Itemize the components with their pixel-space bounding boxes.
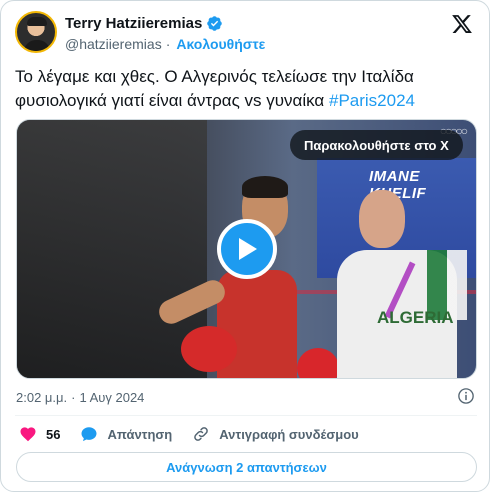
watch-on-x-button[interactable]: Παρακολουθήστε στο X	[290, 130, 463, 160]
heart-icon	[20, 427, 36, 442]
like-action[interactable]: 56	[19, 425, 60, 443]
handle-separator: ·	[165, 36, 171, 52]
tweet-text: Το λέγαμε και χθες. Ο Αλγερινός τελείωσε…	[15, 65, 477, 113]
tweet-time[interactable]: 2:02 μ.μ.	[16, 390, 67, 405]
copy-link-action[interactable]: Αντιγραφή συνδέσμου	[192, 425, 359, 443]
tweet-date[interactable]: 1 Αυγ 2024	[79, 390, 144, 405]
video-play-button[interactable]	[217, 219, 277, 279]
info-icon[interactable]	[457, 387, 475, 405]
coach-shirt-text: ALGERIA	[377, 308, 454, 327]
verified-badge-icon	[207, 16, 223, 31]
author-handle[interactable]: @hatziieremias	[65, 36, 162, 52]
play-icon	[239, 238, 257, 260]
author-avatar[interactable]	[15, 11, 57, 53]
tweet-hashtag[interactable]: #Paris2024	[329, 91, 415, 110]
tweet-actions: 56 Απάντηση Αντιγραφή συνδέσμου	[19, 424, 379, 444]
like-count: 56	[46, 426, 61, 442]
tweet-timestamp: 2:02 μ.μ. · 1 Αυγ 2024	[16, 387, 478, 407]
reply-action[interactable]: Απάντηση	[80, 425, 172, 443]
timestamp-separator: ·	[71, 389, 76, 405]
author-handle-row: @hatziieremias · Ακολουθήστε	[65, 36, 265, 52]
tweet-card: Terry Hatziieremias @hatziieremias · Ακο…	[0, 0, 490, 492]
follow-button[interactable]: Ακολουθήστε	[176, 36, 265, 52]
reply-label: Απάντηση	[107, 426, 173, 442]
actions-divider	[15, 415, 477, 416]
author-name[interactable]: Terry Hatziieremias	[65, 15, 202, 32]
read-replies-button[interactable]: Ανάγνωση 2 απαντήσεων	[16, 452, 477, 482]
video-boxer-figure	[155, 176, 339, 378]
tweet-header: Terry Hatziieremias @hatziieremias · Ακο…	[15, 11, 477, 55]
video-coach-figure: ALGERIA	[337, 190, 476, 378]
x-logo-icon[interactable]	[451, 13, 473, 35]
reply-bubble-icon	[81, 427, 97, 442]
copy-link-label: Αντιγραφή συνδέσμου	[219, 426, 359, 442]
link-icon	[194, 427, 209, 441]
author-name-row: Terry Hatziieremias	[65, 15, 223, 32]
